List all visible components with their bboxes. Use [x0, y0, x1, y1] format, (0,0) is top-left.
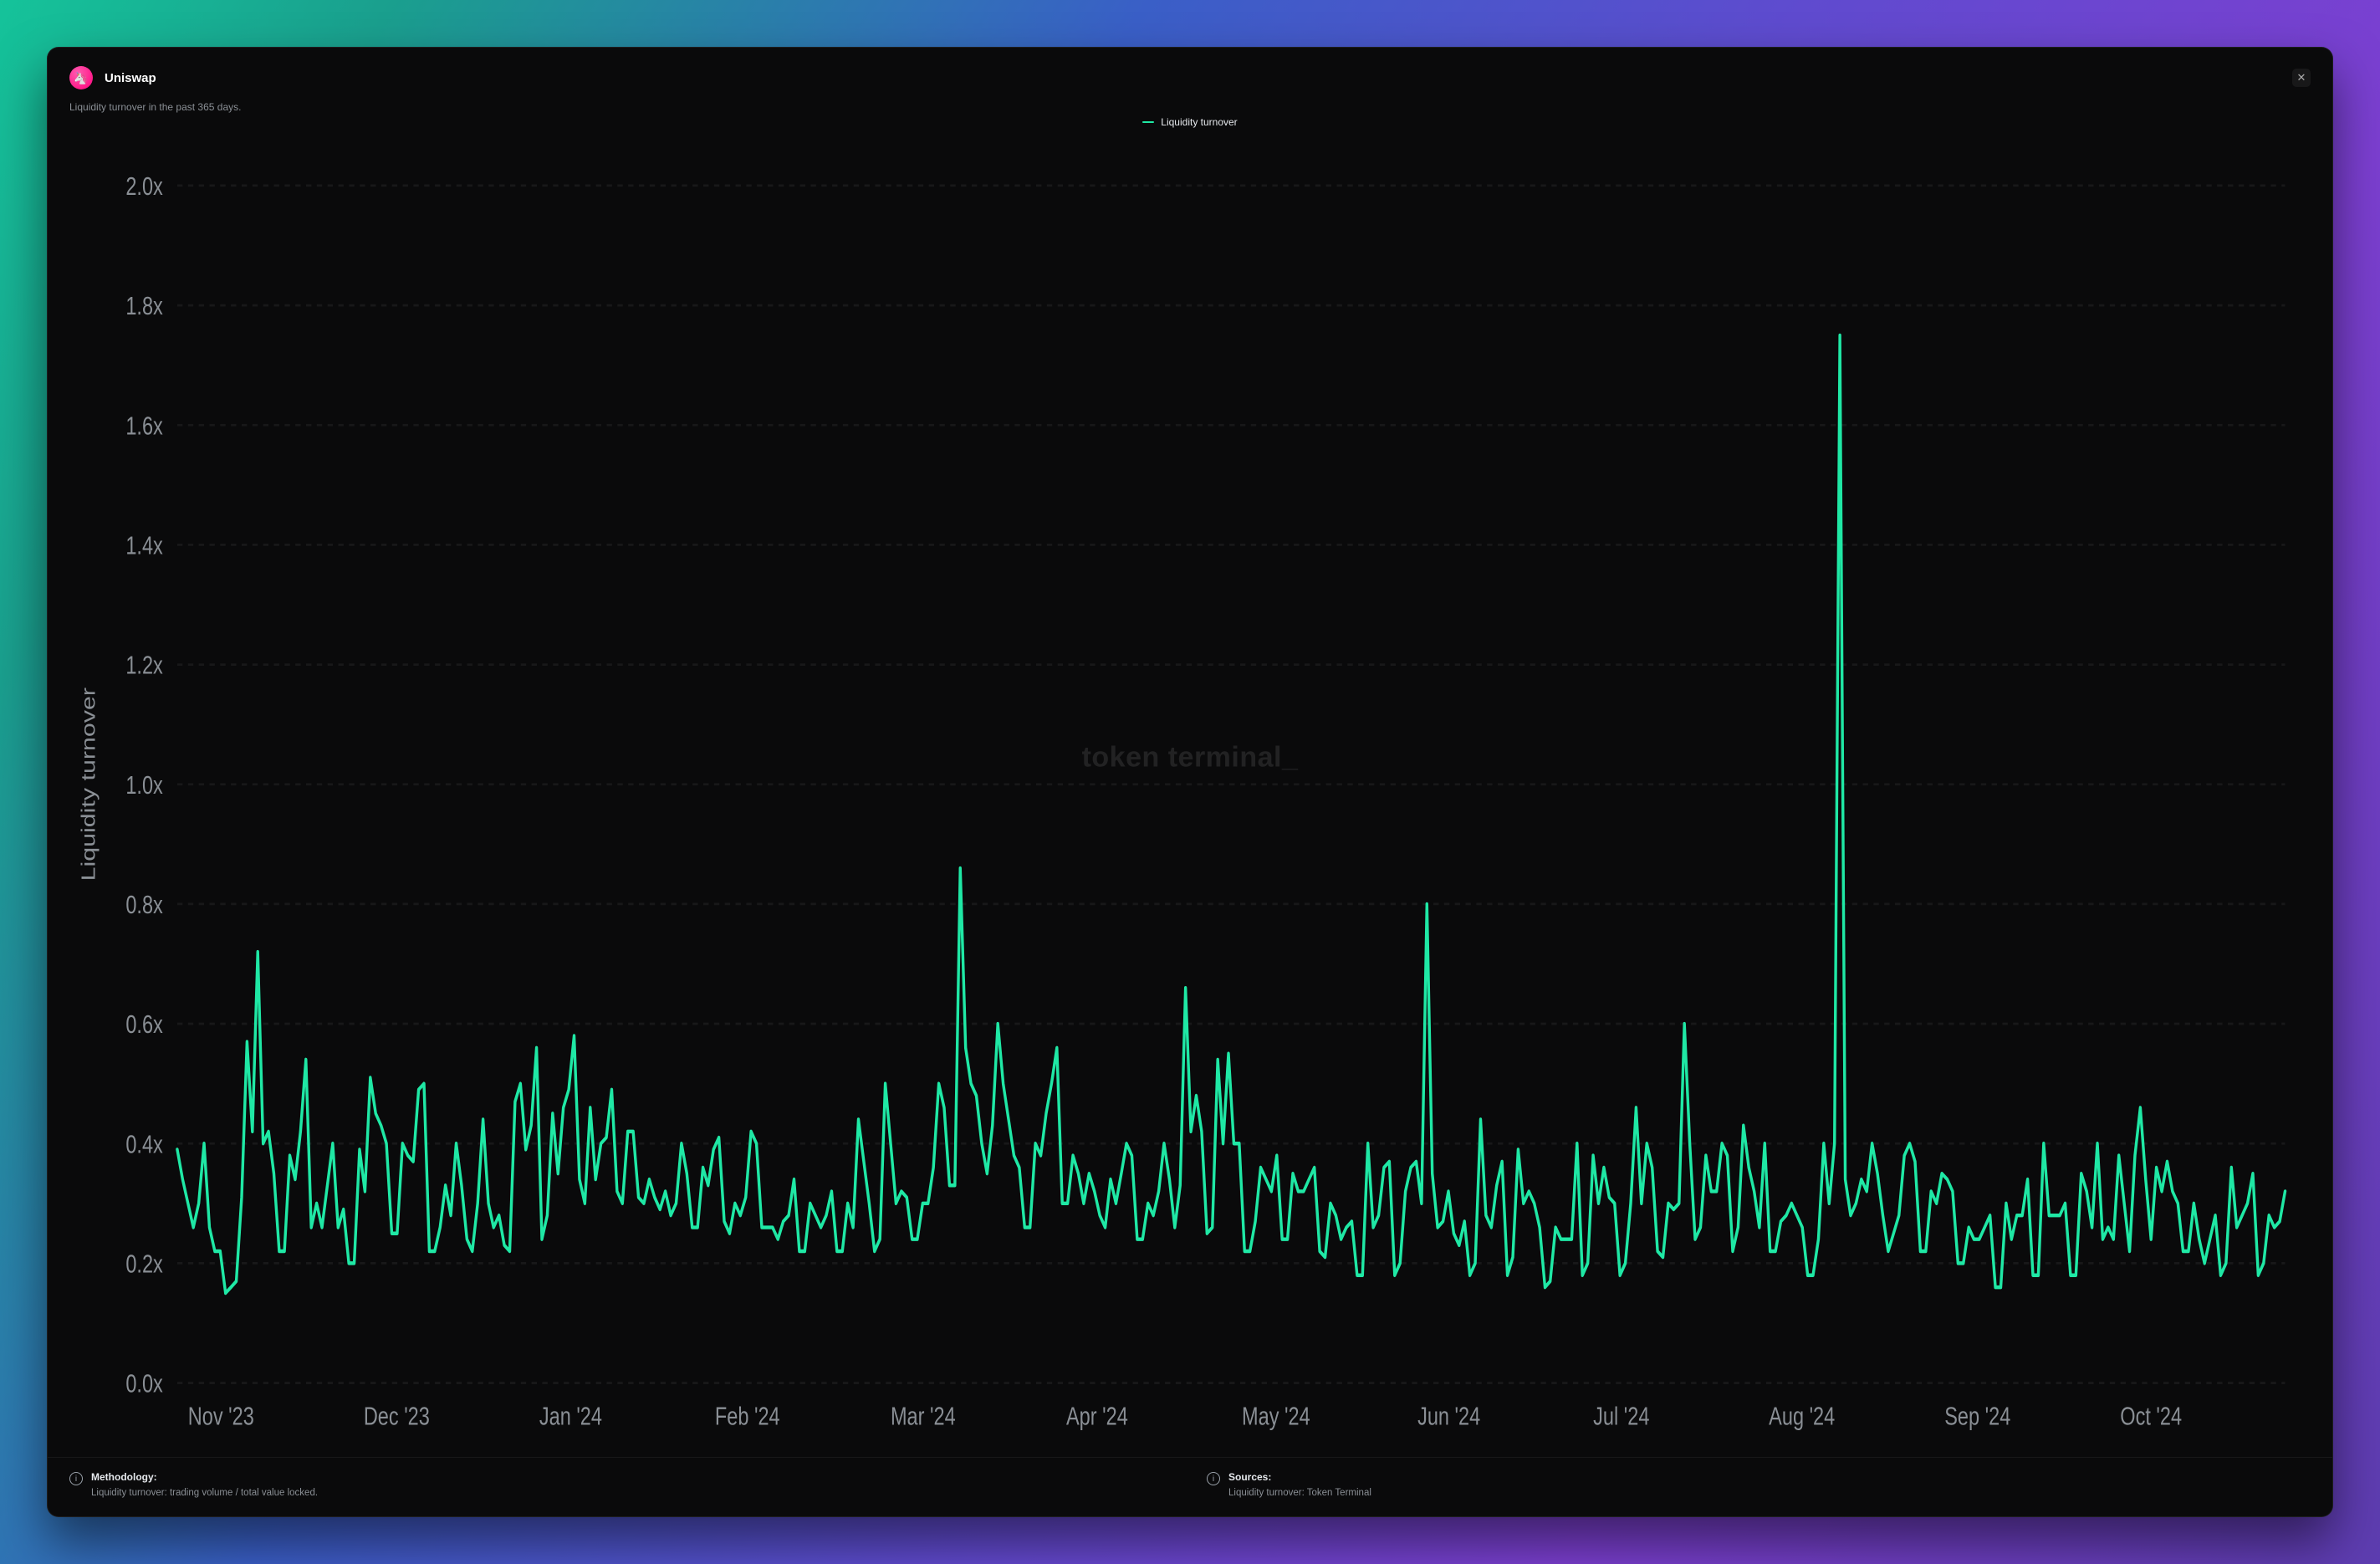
svg-text:2.0x: 2.0x — [125, 171, 163, 201]
sources-heading: Sources: — [1228, 1471, 1371, 1483]
svg-text:1.8x: 1.8x — [125, 291, 163, 320]
sources-block: i Sources: Liquidity turnover: Token Ter… — [1207, 1471, 2311, 1498]
svg-text:0.4x: 0.4x — [125, 1129, 163, 1158]
uniswap-logo-icon: 🦄 — [69, 66, 93, 89]
svg-text:Feb '24: Feb '24 — [715, 1401, 780, 1430]
chart-card: 🦄 Uniswap ✕ Liquidity turnover in the pa… — [47, 47, 2333, 1517]
card-footer: i Methodology: Liquidity turnover: tradi… — [48, 1457, 2332, 1516]
svg-text:Nov '23: Nov '23 — [188, 1401, 254, 1430]
svg-text:Mar '24: Mar '24 — [891, 1401, 956, 1430]
legend-label: Liquidity turnover — [1161, 116, 1237, 128]
info-icon: i — [69, 1472, 83, 1485]
svg-text:Sep '24: Sep '24 — [1944, 1401, 2010, 1430]
svg-text:Dec '23: Dec '23 — [364, 1401, 430, 1430]
svg-text:1.2x: 1.2x — [125, 651, 163, 680]
methodology-block: i Methodology: Liquidity turnover: tradi… — [69, 1471, 1173, 1498]
svg-text:0.8x: 0.8x — [125, 890, 163, 919]
svg-text:Jun '24: Jun '24 — [1417, 1401, 1480, 1430]
svg-text:Jul '24: Jul '24 — [1593, 1401, 1649, 1430]
info-icon: i — [1207, 1472, 1220, 1485]
sources-text: Liquidity turnover: Token Terminal — [1228, 1488, 1371, 1498]
svg-text:Aug '24: Aug '24 — [1769, 1401, 1835, 1430]
chart-area: Liquidity turnover token terminal_ 0.0x0… — [48, 113, 2332, 1457]
svg-text:Jan '24: Jan '24 — [539, 1401, 602, 1430]
methodology-heading: Methodology: — [91, 1471, 318, 1483]
svg-text:0.0x: 0.0x — [125, 1369, 163, 1398]
svg-text:Oct '24: Oct '24 — [2120, 1401, 2182, 1430]
line-chart: 0.0x 0.2x 0.4x 0.6x 0.8x 1.0x 1.2x 1.4x 1.6x 1.8x… — [63, 116, 2317, 1457]
svg-text:0.6x: 0.6x — [125, 1009, 163, 1039]
svg-text:1.0x: 1.0x — [125, 770, 163, 800]
svg-text:1.6x: 1.6x — [125, 411, 163, 440]
svg-text:Apr '24: Apr '24 — [1066, 1401, 1128, 1430]
card-subtitle: Liquidity turnover in the past 365 days. — [48, 96, 2332, 113]
svg-text:Liquidity turnover: Liquidity turnover — [77, 687, 100, 881]
close-button[interactable]: ✕ — [2292, 69, 2311, 87]
svg-text:0.2x: 0.2x — [125, 1249, 163, 1278]
card-title: Uniswap — [105, 71, 156, 85]
methodology-text: Liquidity turnover: trading volume / tot… — [91, 1488, 318, 1498]
svg-text:May '24: May '24 — [1242, 1401, 1310, 1430]
card-header: 🦄 Uniswap ✕ — [48, 48, 2332, 96]
svg-text:1.4x: 1.4x — [125, 531, 163, 560]
legend-swatch-icon — [1142, 121, 1154, 123]
chart-legend: Liquidity turnover — [48, 116, 2332, 128]
